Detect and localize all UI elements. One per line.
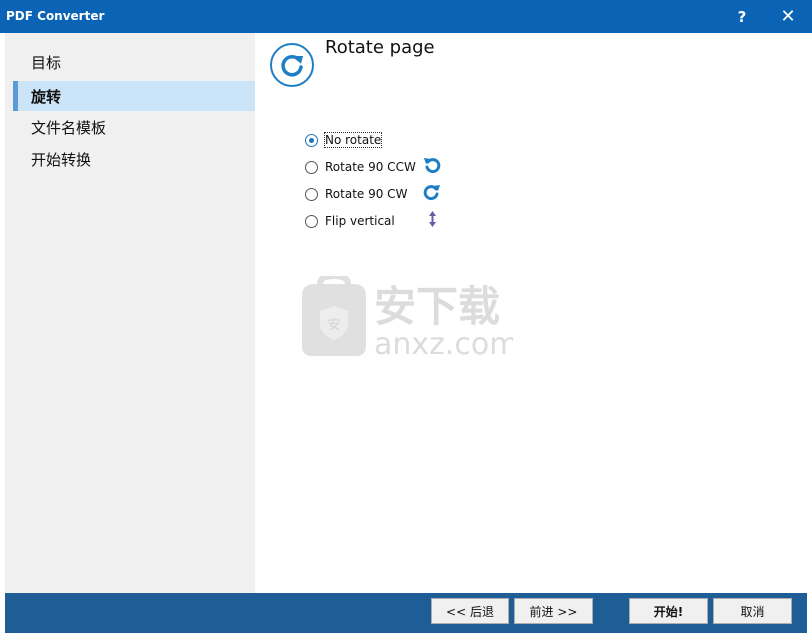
title-bar: PDF Converter ? ✕	[0, 0, 812, 33]
radio-rotate-90-cw[interactable]	[305, 187, 318, 201]
option-label: Rotate 90 CCW	[325, 160, 416, 174]
start-button[interactable]: 开始!	[629, 598, 708, 624]
rotate-ccw-icon	[424, 158, 441, 174]
rotate-cw-icon	[423, 185, 440, 201]
watermark-cn: 安下载	[374, 282, 500, 331]
back-button[interactable]: << 后退	[431, 598, 509, 624]
sidebar-item-rotate[interactable]: 旋转	[13, 81, 255, 111]
option-rotate-90-cw[interactable]: Rotate 90 CW	[305, 184, 407, 204]
help-button[interactable]: ?	[720, 0, 764, 33]
app-window: PDF Converter ? ✕ 目标 旋转 文件名模板 开始转换 Rotat…	[0, 0, 812, 638]
sidebar-item-start-convert[interactable]: 开始转换	[13, 144, 255, 174]
sidebar-item-label: 旋转	[31, 87, 62, 106]
sidebar-item-label: 文件名模板	[31, 118, 107, 137]
sidebar-item-label: 开始转换	[31, 150, 92, 169]
flip-vertical-icon	[429, 211, 436, 227]
cancel-button[interactable]: 取消	[713, 598, 792, 624]
option-label: Flip vertical	[325, 214, 395, 228]
sidebar-item-filename-template[interactable]: 文件名模板	[13, 112, 255, 142]
radio-flip-vertical[interactable]	[305, 214, 318, 228]
radio-no-rotate[interactable]	[305, 133, 318, 147]
radio-rotate-90-ccw[interactable]	[305, 160, 318, 174]
sidebar-item-target[interactable]: 目标	[13, 47, 255, 77]
svg-text:安: 安	[327, 318, 340, 333]
sidebar-item-label: 目标	[31, 53, 62, 72]
sidebar: 目标 旋转 文件名模板 开始转换	[5, 33, 255, 593]
watermark-logo: 安 安下载 anxz.com	[298, 272, 519, 362]
option-no-rotate[interactable]: No rotate	[305, 130, 383, 150]
close-button[interactable]: ✕	[766, 0, 810, 33]
option-flip-vertical[interactable]: Flip vertical	[305, 211, 395, 231]
watermark-en: anxz.com	[374, 327, 513, 358]
next-button[interactable]: 前进 >>	[514, 598, 593, 624]
rotate-page-icon	[270, 43, 314, 87]
option-label: Rotate 90 CW	[325, 187, 408, 201]
window-title: PDF Converter	[6, 9, 105, 23]
option-label: No rotate	[323, 132, 383, 148]
page-title: Rotate page	[325, 37, 435, 58]
option-rotate-90-ccw[interactable]: Rotate 90 CCW	[305, 157, 416, 177]
